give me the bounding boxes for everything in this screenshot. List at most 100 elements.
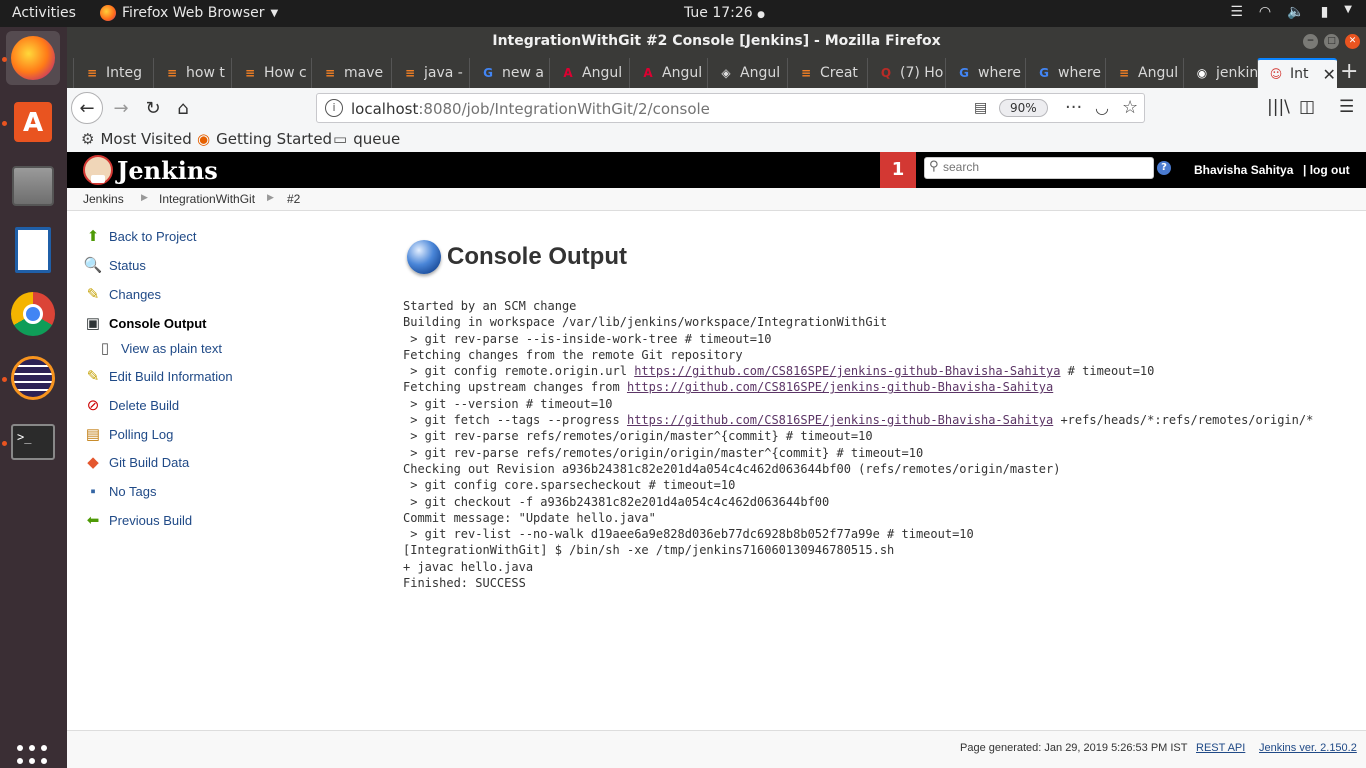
navigation-toolbar: ← → ↻ ⌂ i localhost:8080/job/Integration… [67,88,1366,128]
url-text[interactable]: localhost:8080/job/IntegrationWithGit/2/… [351,100,710,118]
sidebar-task[interactable]: ✎ Changes [83,283,161,305]
breadcrumb-build[interactable]: #2 [287,192,300,206]
wifi-icon[interactable]: ◠ [1259,4,1271,20]
reload-icon: ↻ [145,97,161,119]
forward-button[interactable]: → [107,94,135,122]
reload-button[interactable]: ↻ [139,94,167,122]
clock[interactable]: Tue 17:26 ● [684,5,765,21]
app-menu[interactable]: Firefox Web Browser ▼ [100,5,278,21]
bookmark-item[interactable]: ◉ Getting Started [197,130,332,148]
page-heading: Console Output [407,240,627,274]
zoom-level-button[interactable]: 90% [999,99,1048,117]
dock: A >_ [0,27,67,768]
volume-icon[interactable]: 🔈 [1287,4,1304,20]
browser-tab[interactable]: Gwhere [1025,58,1103,88]
logout-link[interactable]: | log out [1303,163,1350,177]
repo-link[interactable]: https://github.com/CS816SPE/jenkins-gith… [634,364,1060,378]
browser-tab[interactable]: ≡ How c [231,58,309,88]
sidebar-task[interactable]: ▣ Console Output [83,312,207,334]
url-bar[interactable]: i localhost:8080/job/IntegrationWithGit/… [316,93,1145,123]
sidebar-task[interactable]: ⬅ Previous Build [83,509,192,531]
browser-tab[interactable]: ≡ how t [153,58,231,88]
list-icon[interactable]: ☰ [1230,4,1243,20]
repo-link[interactable]: https://github.com/CS816SPE/jenkins-gith… [627,380,1053,394]
blue-ball-status-icon [407,240,441,274]
dock-files[interactable] [6,159,60,213]
dock-eclipse[interactable] [6,351,60,405]
browser-tab[interactable]: ≡ Integ [73,58,151,88]
chevron-down-icon[interactable]: ▼ [1344,4,1352,20]
dock-writer[interactable] [6,223,60,277]
home-button[interactable]: ⌂ [169,94,197,122]
terminal-icon: ▣ [85,315,101,332]
pocket-icon[interactable]: ◡ [1095,98,1109,117]
sidebar-task[interactable]: ✎ Edit Build Information [83,365,233,387]
library-icon[interactable]: |||\ [1267,97,1290,117]
browser-tab[interactable]: ≡ Creat [787,58,865,88]
hamburger-menu-icon[interactable]: ☰ [1339,97,1354,117]
dock-firefox[interactable] [6,31,60,85]
show-applications-icon[interactable] [17,745,49,768]
browser-tab[interactable]: Gnew a [469,58,547,88]
console-line: Fetching changes from the remote Git rep… [403,347,743,362]
user-link[interactable]: Bhavisha Sahitya [1194,163,1293,177]
sidebar-task[interactable]: ▪ No Tags [83,480,156,502]
sidebar-task[interactable]: ⊘ Delete Build [83,394,179,416]
system-tray[interactable]: ☰ ◠ 🔈 ▮ ▼ [1230,4,1352,20]
bookmark-item[interactable]: ⚙ Most Visited [81,130,192,148]
angular-outline-icon: ◈ [721,66,731,80]
reader-view-icon[interactable]: ▤ [974,100,987,116]
sidebar-task[interactable]: ▤ Polling Log [83,423,173,445]
console-line: > git rev-parse refs/remotes/origin/orig… [403,445,924,460]
browser-tab[interactable]: ◉ jenkin [1183,58,1261,88]
sidebar-task[interactable]: ⬆ Back to Project [83,225,197,247]
close-window-button[interactable]: ✕ [1345,34,1360,49]
sidebar-task[interactable]: ▯ View as plain text [95,337,222,359]
folder-icon: ▭ [333,130,348,148]
browser-tab[interactable]: ◈ Angul [707,58,785,88]
search-input[interactable] [943,160,1148,174]
browser-tab[interactable]: A Angul [629,58,707,88]
bookmark-item[interactable]: ▭ queue [333,130,400,148]
footer: Page generated: Jan 29, 2019 5:26:53 PM … [67,730,1366,768]
search-box[interactable]: ⚲ [924,157,1154,179]
new-tab-button[interactable]: + [1340,59,1358,84]
bookmark-star-icon[interactable]: ☆ [1122,97,1138,118]
minimize-button[interactable]: − [1303,34,1318,49]
page-actions-icon[interactable]: ··· [1065,97,1082,118]
jenkins-version-link[interactable]: Jenkins ver. 2.150.2 [1259,742,1357,754]
dock-software-center[interactable]: A [6,95,60,149]
running-indicator [2,377,7,382]
browser-tab[interactable]: Gwhere [945,58,1023,88]
console-line: Started by an SCM change [403,299,577,313]
browser-tab[interactable]: Q (7) Ho [867,58,945,88]
browser-tab[interactable]: A Angul [549,58,627,88]
battery-icon[interactable]: ▮ [1321,4,1329,20]
no-entry-icon: ⊘ [86,397,100,414]
browser-tab[interactable]: ≡ Angul [1105,58,1183,88]
close-tab-icon[interactable]: ✕ [1323,65,1336,84]
jenkins-logo[interactable]: Jenkins [83,155,218,185]
maximize-button[interactable]: □ [1324,34,1339,49]
sidebar-icon[interactable]: ◫ [1299,97,1315,117]
bookmark-label: Getting Started [216,130,333,148]
browser-tab[interactable]: ≡ mave [311,58,389,88]
jenkins-butler-icon [83,155,113,185]
rest-api-link[interactable]: REST API [1196,742,1245,754]
activities-button[interactable]: Activities [12,5,76,21]
notification-badge[interactable]: 1 [880,152,916,188]
console-line: Fetching upstream changes from https://g… [403,379,1313,395]
browser-tab[interactable]: ☺ Int ✕ [1257,58,1337,88]
sidebar-task[interactable]: 🔍 Status [83,254,146,276]
tab-label: java - [424,65,463,81]
dock-terminal[interactable]: >_ [6,415,60,469]
breadcrumb-jenkins[interactable]: Jenkins [83,192,124,206]
back-button[interactable]: ← [71,92,103,124]
repo-link[interactable]: https://github.com/CS816SPE/jenkins-gith… [627,413,1053,427]
dock-chrome[interactable] [6,287,60,341]
site-info-icon[interactable]: i [325,99,343,117]
sidebar-task[interactable]: ◆ Git Build Data [83,451,189,473]
help-icon[interactable]: ? [1157,161,1171,175]
browser-tab[interactable]: ≡ java - [391,58,469,88]
breadcrumb-job[interactable]: IntegrationWithGit [159,192,255,206]
